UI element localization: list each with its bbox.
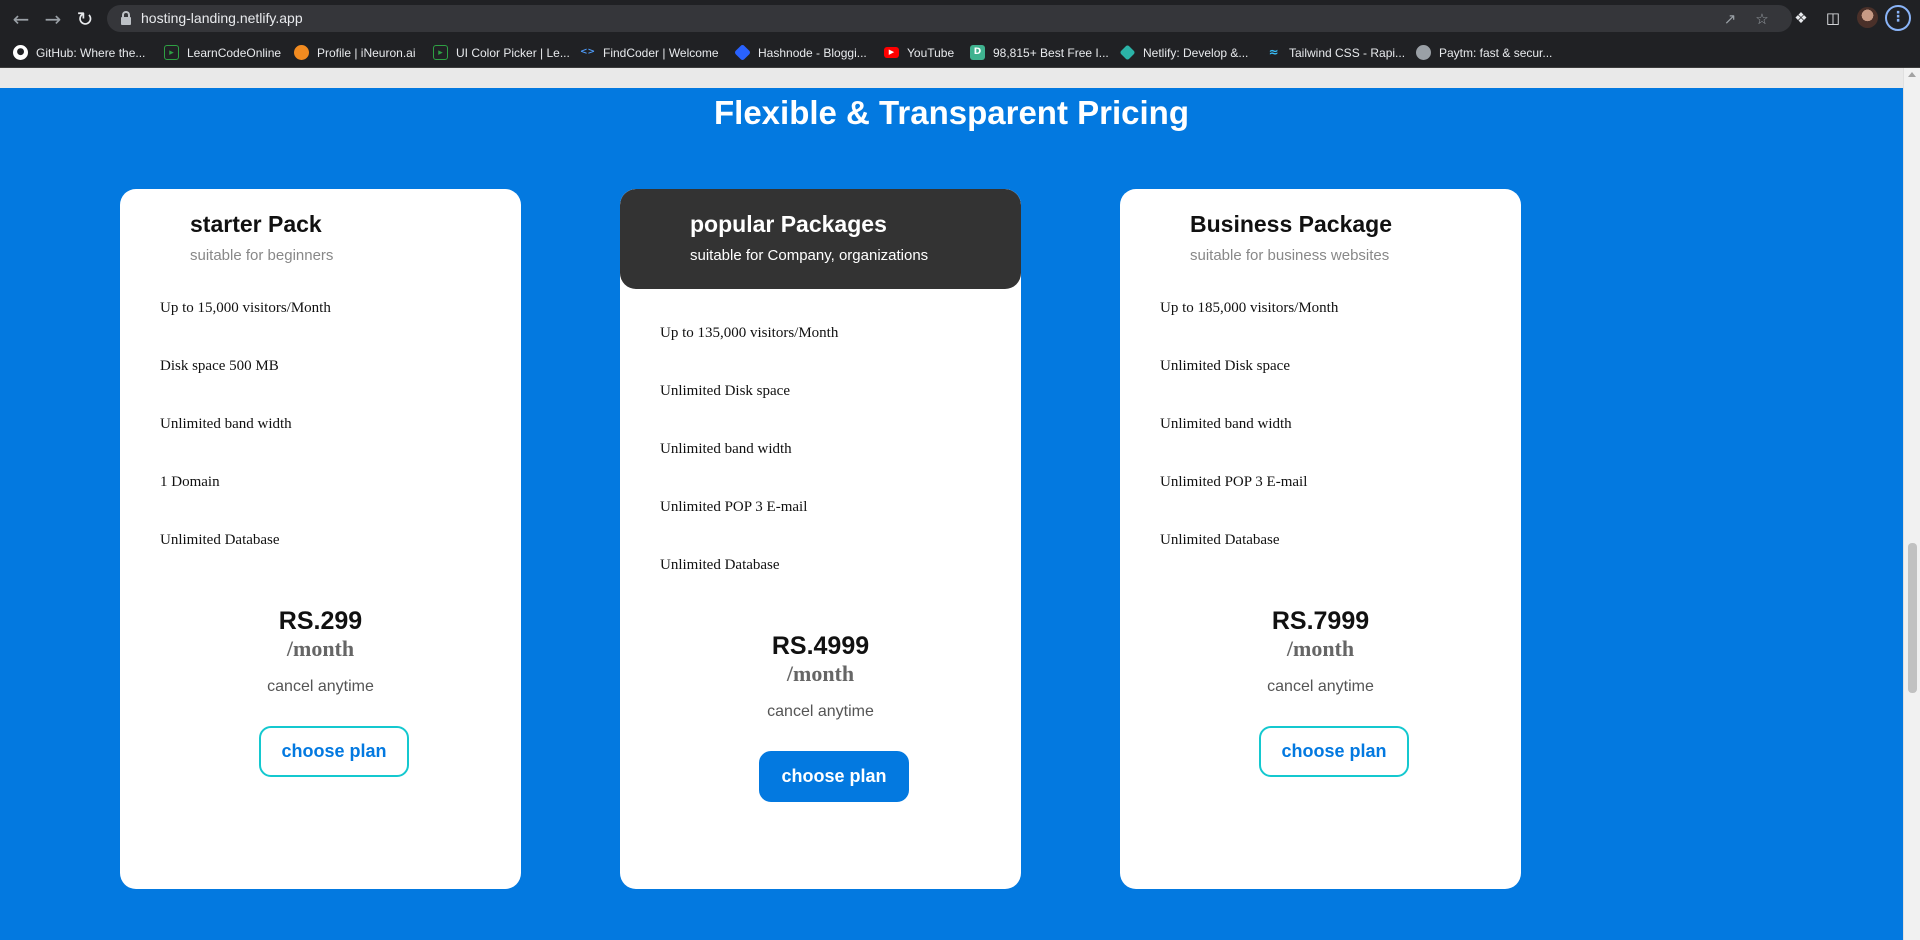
- bookmark-github[interactable]: ● GitHub: Where the...: [13, 43, 145, 62]
- feature-item: Unlimited Disk space: [660, 383, 790, 399]
- card-header: starter Pack suitable for beginners: [120, 189, 521, 289]
- price-block: RS.4999 /month cancel anytime: [620, 632, 1021, 722]
- scrollbar-thumb[interactable]: [1908, 543, 1917, 693]
- feature-item: Unlimited POP 3 E-mail: [660, 499, 808, 515]
- feature-list: Up to 135,000 visitors/Month Unlimited D…: [660, 324, 1000, 614]
- globe-icon: [1416, 45, 1431, 60]
- profile-avatar[interactable]: [1857, 7, 1878, 28]
- plan-name: popular Packages: [690, 211, 887, 237]
- feature-list: Up to 15,000 visitors/Month Disk space 5…: [160, 299, 500, 589]
- bookmark-paytm[interactable]: Paytm: fast & secur...: [1416, 43, 1552, 62]
- bookmark-findcoder[interactable]: <> FindCoder | Welcome: [580, 43, 719, 62]
- card-header: Business Package suitable for business w…: [1120, 189, 1521, 289]
- page-viewport: Flexible & Transparent Pricing starter P…: [0, 68, 1903, 940]
- page-scrollbar[interactable]: [1903, 68, 1920, 940]
- bookmark-label: FindCoder | Welcome: [603, 45, 719, 60]
- bookmark-label: LearnCodeOnline: [187, 45, 282, 60]
- code-icon: <>: [580, 47, 596, 57]
- price-block: RS.7999 /month cancel anytime: [1120, 607, 1521, 697]
- play-icon: ▸: [433, 45, 448, 60]
- price-period: /month: [786, 661, 855, 686]
- bookmark-hashnode[interactable]: Hashnode - Bloggi...: [734, 43, 867, 62]
- feature-item: Up to 135,000 visitors/Month: [660, 325, 839, 341]
- bookmark-ineuron[interactable]: Profile | iNeuron.ai: [294, 43, 416, 62]
- hashnode-icon: [734, 44, 751, 61]
- bookmark-free-images[interactable]: D 98,815+ Best Free I...: [970, 43, 1109, 62]
- feature-item: Unlimited Disk space: [1160, 358, 1290, 374]
- bookmark-ui-color-picker[interactable]: ▸ UI Color Picker | Le...: [433, 43, 570, 62]
- feature-item: Unlimited POP 3 E-mail: [1160, 474, 1308, 490]
- bookmark-label: Netlify: Develop &...: [1143, 45, 1249, 60]
- feature-item: Unlimited band width: [660, 441, 792, 457]
- bookmark-learncodeonline[interactable]: ▸ LearnCodeOnline: [164, 43, 281, 62]
- price-amount: RS.299: [278, 607, 363, 635]
- feature-item: 1 Domain: [160, 474, 220, 490]
- feature-item: Unlimited Database: [660, 557, 780, 573]
- choose-plan-button-starter[interactable]: choose plan: [259, 726, 409, 777]
- price-amount: RS.7999: [1271, 607, 1370, 635]
- back-arrow-icon[interactable]: ←: [8, 6, 34, 32]
- browser-toolbar: ← → ↻ hosting-landing.netlify.app ↗ ☆ ❖ …: [0, 0, 1920, 37]
- bookmark-youtube[interactable]: ▶ YouTube: [884, 43, 954, 62]
- extensions-puzzle-icon[interactable]: ❖: [1790, 7, 1812, 29]
- play-icon: ▸: [164, 45, 179, 60]
- d-icon: D: [970, 45, 985, 60]
- bookmark-label: Profile | iNeuron.ai: [317, 45, 416, 60]
- feature-item: Up to 185,000 visitors/Month: [1160, 300, 1339, 316]
- share-icon[interactable]: ↗: [1719, 8, 1741, 30]
- address-bar[interactable]: hosting-landing.netlify.app ↗ ☆: [107, 5, 1792, 32]
- cancel-note: cancel anytime: [267, 678, 374, 695]
- price-period: /month: [1286, 636, 1355, 661]
- feature-item: Up to 15,000 visitors/Month: [160, 300, 331, 316]
- choose-plan-button-business[interactable]: choose plan: [1259, 726, 1409, 777]
- lock-icon: [121, 11, 131, 25]
- feature-item: Unlimited Database: [160, 532, 280, 548]
- side-panel-icon[interactable]: ◫: [1822, 7, 1844, 29]
- cancel-note: cancel anytime: [1267, 678, 1374, 695]
- reload-icon[interactable]: ↻: [72, 6, 98, 32]
- plan-subtitle: suitable for Company, organizations: [690, 247, 929, 264]
- plan-name: Business Package: [1190, 211, 1393, 237]
- plan-subtitle: suitable for business websites: [1190, 247, 1390, 264]
- plan-name: starter Pack: [190, 211, 322, 237]
- feature-item: Disk space 500 MB: [160, 358, 279, 374]
- price-period: /month: [286, 636, 355, 661]
- bookmark-label: YouTube: [907, 45, 955, 60]
- page-title: Flexible & Transparent Pricing: [714, 94, 1189, 131]
- pricing-card-starter: starter Pack suitable for beginners Up t…: [120, 189, 521, 889]
- bookmark-netlify[interactable]: Netlify: Develop &...: [1119, 43, 1249, 62]
- plan-subtitle: suitable for beginners: [190, 247, 334, 264]
- section-divider: [0, 68, 1903, 88]
- choose-plan-button-popular[interactable]: choose plan: [759, 751, 909, 802]
- bookmark-label: Hashnode - Bloggi...: [758, 45, 867, 60]
- cancel-note: cancel anytime: [767, 703, 874, 720]
- forward-arrow-icon[interactable]: →: [40, 6, 66, 32]
- feature-item: Unlimited band width: [1160, 416, 1292, 432]
- url-text[interactable]: hosting-landing.netlify.app: [141, 9, 303, 28]
- pricing-card-business: Business Package suitable for business w…: [1120, 189, 1521, 889]
- tailwind-icon: ≈: [1268, 45, 1279, 59]
- bookmark-label: UI Color Picker | Le...: [456, 45, 570, 60]
- github-icon: ●: [13, 45, 28, 60]
- price-block: RS.299 /month cancel anytime: [120, 607, 521, 697]
- feature-list: Up to 185,000 visitors/Month Unlimited D…: [1160, 299, 1500, 589]
- browser-menu-icon[interactable]: ⋮: [1885, 5, 1911, 31]
- netlify-icon: [1119, 44, 1136, 61]
- bookmark-label: Paytm: fast & secur...: [1439, 45, 1553, 60]
- bookmark-label: Tailwind CSS - Rapi...: [1289, 45, 1406, 60]
- feature-item: Unlimited band width: [160, 416, 292, 432]
- bookmark-tailwind[interactable]: ≈ Tailwind CSS - Rapi...: [1266, 43, 1405, 62]
- scroll-up-arrow-icon[interactable]: [1908, 72, 1916, 77]
- pricing-card-popular: popular Packages suitable for Company, o…: [620, 189, 1021, 889]
- bookmarks-bar: ● GitHub: Where the... ▸ LearnCodeOnline…: [0, 37, 1920, 68]
- ineuron-icon: [294, 45, 309, 60]
- youtube-icon: ▶: [884, 47, 899, 58]
- bookmark-label: 98,815+ Best Free I...: [993, 45, 1109, 60]
- price-amount: RS.4999: [771, 632, 870, 660]
- card-header: popular Packages suitable for Company, o…: [620, 189, 1021, 289]
- bookmark-label: GitHub: Where the...: [36, 45, 146, 60]
- bookmark-star-icon[interactable]: ☆: [1751, 8, 1773, 30]
- feature-item: Unlimited Database: [1160, 532, 1280, 548]
